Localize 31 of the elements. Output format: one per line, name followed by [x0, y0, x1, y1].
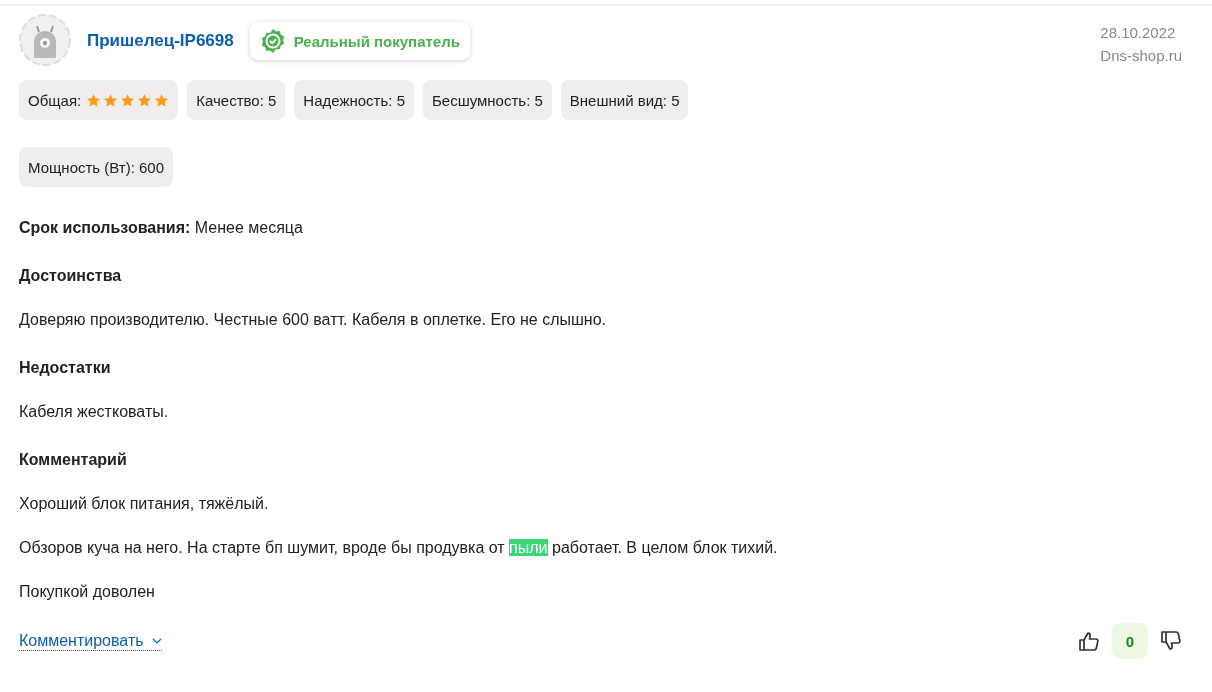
rating-chip: Качество: 5: [187, 80, 286, 120]
author-name[interactable]: Пришелец-IP6698: [87, 31, 234, 51]
star-icon: [120, 92, 136, 108]
review-source: Dns-shop.ru: [1100, 47, 1182, 64]
badge-label: Реальный покупатель: [293, 32, 460, 50]
comment-link[interactable]: Комментировать: [19, 631, 162, 651]
thumbs-up-icon[interactable]: [1078, 630, 1100, 652]
review-text: Кабеля жестковаты.: [19, 403, 170, 421]
vote-count: 0: [1112, 623, 1148, 659]
star-icon: [86, 92, 102, 108]
rating-chip: Мощность (Вт): 600: [19, 147, 174, 187]
usage-period: Срок использования: Менее месяца: [19, 219, 304, 237]
star-icon: [154, 92, 170, 108]
star-icon: [103, 92, 119, 108]
review-text: Покупкой доволен: [19, 583, 156, 601]
caret-icon: [151, 637, 162, 644]
review-text: Доверяю производителю. Честные 600 ватт. Кабеля в оплетке. Его не слышно.: [19, 311, 607, 329]
rating-chip: Бесшумность: 5: [422, 80, 552, 120]
rating-label: Общая:: [28, 91, 82, 109]
section-title: Комментарий: [19, 451, 128, 469]
rating-chip: Надежность: 5: [294, 80, 414, 120]
verified-check-icon: [259, 28, 286, 54]
review-date: 28.10.2022: [1100, 24, 1176, 41]
star-icon: [137, 92, 153, 108]
review-text: Обзоров куча на него. На старте бп шумит, вроде бы продувка от пыли работает. В целом блок тихий.: [19, 539, 779, 557]
section-title: Достоинства: [19, 267, 123, 285]
rating-chip: Внешний вид: 5: [560, 80, 689, 120]
avatar-icon: [19, 14, 71, 66]
thumbs-down-icon[interactable]: [1160, 630, 1182, 652]
section-title: Недостатки: [19, 359, 112, 377]
review-text: Хороший блок питания, тяжёлый.: [19, 495, 270, 513]
